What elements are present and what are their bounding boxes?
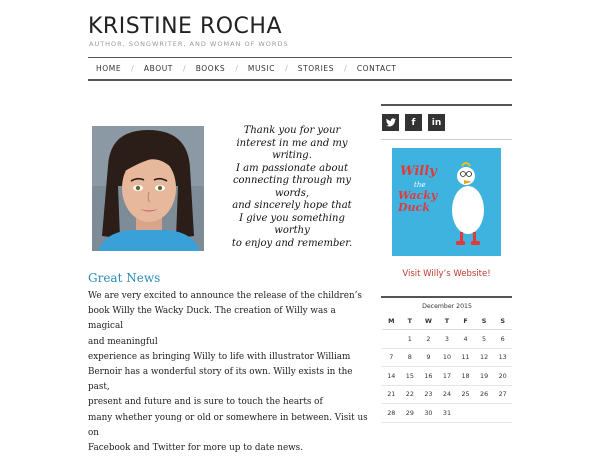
intro-line: Thank you for your — [243, 125, 341, 136]
calendar-day: 3 — [437, 329, 457, 349]
calendar-week-row: 7 8 9 10 11 12 13 — [382, 348, 512, 367]
calendar-day: 26 — [474, 385, 494, 404]
calendar-widget: December 2015 M T W T F S S 1 2 3 4 5 6 … — [382, 302, 512, 423]
calendar-week-row: 14 15 16 17 18 19 20 — [382, 366, 512, 386]
calendar-day: 13 — [493, 348, 512, 367]
calendar-day: 18 — [456, 366, 475, 386]
calendar-day: 7 — [382, 348, 401, 367]
book-title-top: Willy — [400, 164, 437, 179]
calendar-day: 6 — [493, 329, 512, 349]
calendar-caption: December 2015 — [422, 303, 472, 310]
author-photo — [92, 126, 204, 251]
social-links: f in — [382, 114, 445, 131]
calendar-day: 11 — [456, 348, 475, 367]
calendar-day — [456, 403, 475, 423]
nav-item-music[interactable]: MUSIC — [238, 64, 285, 73]
visit-willy-website-link[interactable]: Visit Willy’s Website! — [381, 269, 512, 279]
calendar-weekday: T — [400, 313, 420, 330]
site-tagline: AUTHOR, SONGWRITER, AND WOMAN OF WORDS — [89, 40, 289, 48]
nav-item-contact[interactable]: CONTACT — [347, 64, 407, 73]
calendar-weekday: S — [493, 313, 512, 330]
sidebar-divider — [381, 139, 512, 140]
calendar-day: 25 — [456, 385, 475, 404]
calendar-day: 29 — [400, 403, 420, 423]
book-cover-willy[interactable]: Willy the Wacky Duck — [392, 148, 501, 256]
news-line: experience as bringing Willy to life wit… — [88, 351, 351, 362]
calendar-weekday: F — [456, 313, 475, 330]
calendar-header-row: M T W T F S S — [382, 313, 512, 330]
calendar-day: 28 — [382, 403, 401, 423]
calendar-weekday: T — [437, 313, 457, 330]
calendar-day: 14 — [382, 366, 401, 386]
twitter-icon[interactable] — [382, 114, 399, 131]
calendar-day: 8 — [400, 348, 420, 367]
calendar-week-row: 21 22 23 24 25 26 27 — [382, 385, 512, 404]
news-heading: Great News — [88, 271, 161, 285]
site-title[interactable]: KRISTINE ROCHA — [88, 14, 282, 39]
news-line: Facebook and Twitter for more up to date… — [88, 443, 303, 454]
calendar-day: 23 — [419, 385, 438, 404]
calendar-week-row: 28 29 30 31 — [382, 403, 512, 423]
intro-line: writing. — [272, 150, 312, 161]
calendar-day: 19 — [474, 366, 494, 386]
calendar-day: 10 — [437, 348, 457, 367]
news-body: We are very excited to announce the rele… — [88, 289, 370, 456]
calendar-day: 24 — [437, 385, 457, 404]
calendar-day: 5 — [474, 329, 494, 349]
intro-line: I give you something — [239, 212, 345, 224]
news-line: book Willy the Wacky Duck. The creation … — [88, 306, 336, 332]
nav-item-about[interactable]: ABOUT — [134, 64, 183, 73]
calendar-day: 1 — [400, 329, 420, 349]
calendar-day: 27 — [493, 385, 512, 404]
nav-list: HOME / ABOUT / BOOKS / MUSIC / STORIES /… — [88, 58, 512, 79]
calendar-day: 2 — [419, 329, 438, 349]
linkedin-glyph: in — [431, 117, 442, 128]
linkedin-icon[interactable]: in — [428, 114, 445, 131]
calendar-week-row: 1 2 3 4 5 6 — [382, 329, 512, 349]
calendar-day — [493, 403, 512, 423]
intro-line: connecting through my — [232, 175, 352, 186]
news-line: and meaningful — [88, 336, 158, 347]
calendar-day: 17 — [437, 366, 457, 386]
facebook-glyph: f — [411, 117, 416, 128]
nav-item-stories[interactable]: STORIES — [288, 64, 344, 73]
calendar-day: 20 — [493, 366, 512, 386]
news-line: many whether young or old or somewhere i… — [88, 412, 368, 438]
sidebar-divider — [381, 296, 512, 298]
author-portrait-image — [92, 126, 204, 251]
calendar-day: 22 — [400, 385, 420, 404]
twitter-glyph — [385, 118, 396, 127]
news-line: We are very excited to announce the rele… — [88, 291, 362, 301]
nav-item-home[interactable]: HOME — [88, 64, 131, 73]
facebook-icon[interactable]: f — [405, 114, 422, 131]
calendar-weekday: W — [419, 313, 438, 330]
intro-line: I am passionate about — [236, 162, 348, 174]
news-line: present and future and is sure to touch … — [88, 397, 323, 408]
calendar-day: 4 — [456, 329, 475, 349]
calendar-day: 9 — [419, 348, 438, 367]
intro-line: to enjoy and remember. — [231, 237, 353, 249]
calendar-day: 21 — [382, 385, 401, 404]
main-nav: HOME / ABOUT / BOOKS / MUSIC / STORIES /… — [88, 57, 512, 81]
calendar-day: 12 — [474, 348, 494, 367]
calendar-day: 31 — [437, 403, 457, 423]
calendar-weekday: S — [474, 313, 494, 330]
calendar-day — [382, 329, 401, 349]
intro-message: Thank you for your interest in me and my… — [218, 125, 366, 250]
sidebar-divider — [381, 104, 512, 106]
calendar-day: 30 — [419, 403, 438, 423]
intro-line: words, — [274, 187, 310, 199]
calendar-weekday: M — [382, 313, 401, 330]
intro-line: interest in me and my — [236, 137, 348, 149]
intro-line: and sincerely hope that — [232, 200, 352, 211]
news-line: Bernoir has a wonderful story of its own… — [88, 367, 353, 393]
book-title-bottom: Wacky Duck — [398, 189, 438, 214]
nav-item-books[interactable]: BOOKS — [186, 64, 236, 73]
book-title-mid: the — [414, 181, 426, 189]
calendar-day — [474, 403, 494, 423]
calendar-day: 16 — [419, 366, 438, 386]
intro-line: worthy — [274, 225, 310, 236]
calendar-day: 15 — [400, 366, 420, 386]
